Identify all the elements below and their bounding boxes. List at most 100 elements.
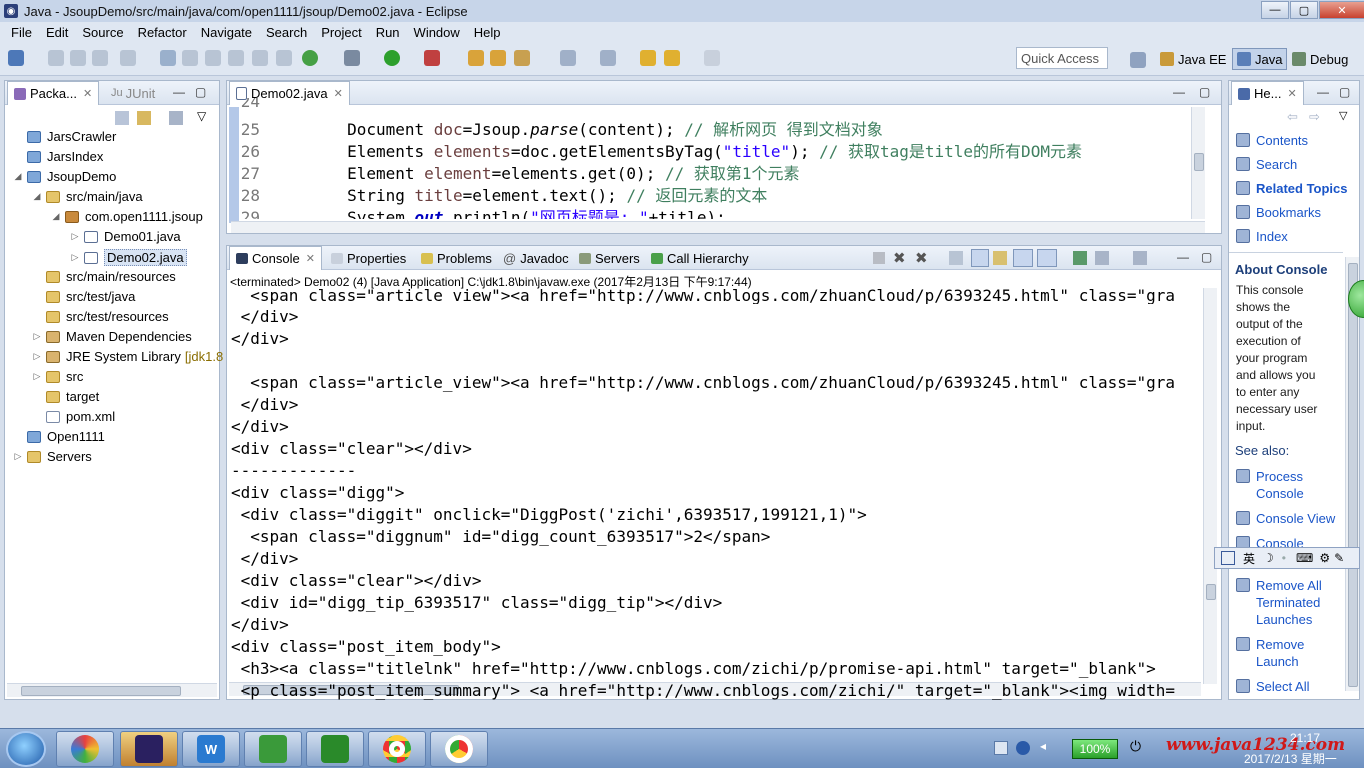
collapse-all-icon[interactable]	[115, 111, 129, 125]
expand-toggle-icon[interactable]: ◢	[51, 211, 61, 222]
word-wrap-icon[interactable]	[993, 251, 1007, 265]
print-icon[interactable]	[92, 50, 108, 66]
expand-toggle-icon[interactable]: ▷	[13, 451, 23, 462]
taskbar-app-eclipse[interactable]	[120, 731, 178, 767]
help-link-contents[interactable]: Contents	[1236, 132, 1308, 149]
perspective-java[interactable]: Java	[1232, 48, 1288, 70]
minimize-icon[interactable]: —	[1177, 250, 1189, 264]
run-icon[interactable]	[384, 50, 400, 66]
suspend-icon[interactable]	[228, 50, 244, 66]
tree-item[interactable]: src/test/java	[32, 289, 135, 304]
display-console-icon[interactable]	[1095, 251, 1109, 265]
search-tool-icon[interactable]	[600, 50, 616, 66]
tab-junit[interactable]: Ju JUnit	[105, 81, 161, 105]
new-icon[interactable]	[8, 50, 24, 66]
expand-toggle-icon[interactable]: ◢	[13, 171, 23, 182]
taskbar-app-camtasia-1[interactable]	[244, 731, 302, 767]
close-icon[interactable]: ✕	[1287, 87, 1296, 100]
remove-launch-icon[interactable]: ✖	[893, 249, 906, 267]
maximize-icon[interactable]: ▢	[1201, 250, 1212, 264]
clear-console-icon[interactable]	[949, 251, 963, 265]
start-button[interactable]	[6, 731, 46, 767]
tree-item[interactable]: JarsIndex	[13, 149, 103, 164]
expand-toggle-icon[interactable]: ▷	[70, 252, 80, 263]
link-editor-icon[interactable]	[137, 111, 151, 125]
show-on-stderr-icon[interactable]	[1037, 249, 1057, 267]
tray-icon-1[interactable]	[994, 741, 1008, 755]
menu-run[interactable]: Run	[369, 25, 407, 40]
open-task-icon[interactable]	[560, 50, 576, 66]
taskbar-app-chrome-1[interactable]	[368, 731, 426, 767]
expand-toggle-icon[interactable]: ◢	[32, 191, 42, 202]
editor-horizontal-scrollbar[interactable]	[231, 221, 1205, 233]
view-menu-icon[interactable]: ▽	[197, 109, 206, 123]
clock-time[interactable]: 21:17	[1290, 731, 1320, 745]
menu-project[interactable]: Project	[314, 25, 368, 40]
tab-problems[interactable]: Problems	[415, 246, 498, 270]
menu-help[interactable]: Help	[467, 25, 508, 40]
help-link-related-topics[interactable]: Related Topics	[1236, 180, 1348, 197]
taskbar-app-games[interactable]	[56, 731, 114, 767]
help-vertical-scrollbar[interactable]	[1345, 257, 1359, 691]
last-edit-icon[interactable]	[640, 50, 656, 66]
help-link-remove-all-terminated[interactable]: Remove All Terminated Launches	[1236, 577, 1322, 628]
keyboard-icon[interactable]: ⌨	[1296, 551, 1313, 565]
new-package-icon[interactable]	[490, 50, 506, 66]
resume-icon[interactable]	[205, 50, 221, 66]
tray-arrow-icon[interactable]: ◂	[1040, 739, 1046, 753]
open-type-icon[interactable]	[160, 50, 176, 66]
tree-item[interactable]: Open1111	[13, 429, 105, 444]
tab-package-explorer[interactable]: Packa... ✕	[7, 81, 100, 105]
ime-language[interactable]: 英	[1243, 550, 1255, 567]
tree-item[interactable]: ▷ Maven Dependencies	[32, 329, 192, 344]
forward-arrow-icon[interactable]: ⇨	[1309, 109, 1320, 125]
tree-item[interactable]: ◢ com.open1111.jsoup	[51, 209, 203, 224]
save-all-icon[interactable]	[70, 50, 86, 66]
code-line[interactable]: Element element=elements.get(0); // 获取第1…	[270, 163, 799, 185]
tree-item[interactable]: src/test/resources	[32, 309, 169, 324]
show-on-stdout-icon[interactable]	[1013, 249, 1033, 267]
menu-refactor[interactable]: Refactor	[131, 25, 194, 40]
help-link-remove-launch[interactable]: Remove Launch	[1236, 636, 1304, 670]
console-vertical-scrollbar[interactable]	[1203, 288, 1217, 684]
maximize-icon[interactable]: ▢	[195, 85, 206, 99]
perspective-debug[interactable]: Debug	[1288, 48, 1352, 70]
help-link-process-console[interactable]: Process Console	[1236, 468, 1304, 502]
minimize-icon[interactable]: —	[1317, 85, 1329, 99]
code-line[interactable]: Elements elements=doc.getElementsByTag("…	[270, 141, 1082, 163]
minimize-icon[interactable]: —	[173, 85, 185, 99]
menu-search[interactable]: Search	[259, 25, 314, 40]
expand-toggle-icon[interactable]: ▷	[70, 231, 80, 242]
tray-help-icon[interactable]	[1016, 741, 1030, 755]
expand-toggle-icon[interactable]: ▷	[32, 351, 42, 362]
horizontal-scrollbar[interactable]	[7, 683, 217, 697]
help-link-select-all[interactable]: Select All	[1236, 678, 1309, 695]
code-line[interactable]: System.out.println("网页标题是: "+title);	[270, 207, 726, 219]
tree-item[interactable]: pom.xml	[32, 409, 115, 424]
wrench-icon[interactable]: ✎	[1334, 551, 1344, 565]
tree-item[interactable]: ▷ Demo01.java	[70, 229, 181, 244]
tree-item[interactable]: target	[32, 389, 99, 404]
scroll-lock-icon[interactable]	[971, 249, 989, 267]
menu-source[interactable]: Source	[75, 25, 130, 40]
editor-vertical-scrollbar[interactable]	[1191, 107, 1205, 219]
settings-icon[interactable]: ⚙	[1319, 551, 1330, 565]
external-tools-icon[interactable]	[424, 50, 440, 66]
remove-all-icon[interactable]: ✖	[915, 249, 928, 267]
close-icon[interactable]: ✕	[334, 87, 343, 100]
maximize-button[interactable]: ▢	[1290, 1, 1318, 19]
back-icon[interactable]	[664, 50, 680, 66]
taskbar-app-wps[interactable]: W	[182, 731, 240, 767]
back-arrow-icon[interactable]: ⇦	[1287, 109, 1298, 125]
tab-properties[interactable]: Properties	[325, 246, 412, 270]
tree-item[interactable]: ◢ src/main/java	[32, 189, 143, 204]
new-class-icon[interactable]	[514, 50, 530, 66]
perspective-java-ee[interactable]: Java EE	[1156, 48, 1230, 70]
tab-servers[interactable]: Servers	[573, 246, 646, 270]
minimize-icon[interactable]: —	[1173, 85, 1185, 99]
new-java-project-icon[interactable]	[468, 50, 484, 66]
view-menu-icon[interactable]: ▽	[1339, 109, 1347, 122]
tab-javadoc[interactable]: @ Javadoc	[497, 246, 575, 270]
battery-indicator[interactable]: 100%	[1072, 739, 1118, 759]
open-perspective-icon[interactable]	[1130, 52, 1146, 68]
